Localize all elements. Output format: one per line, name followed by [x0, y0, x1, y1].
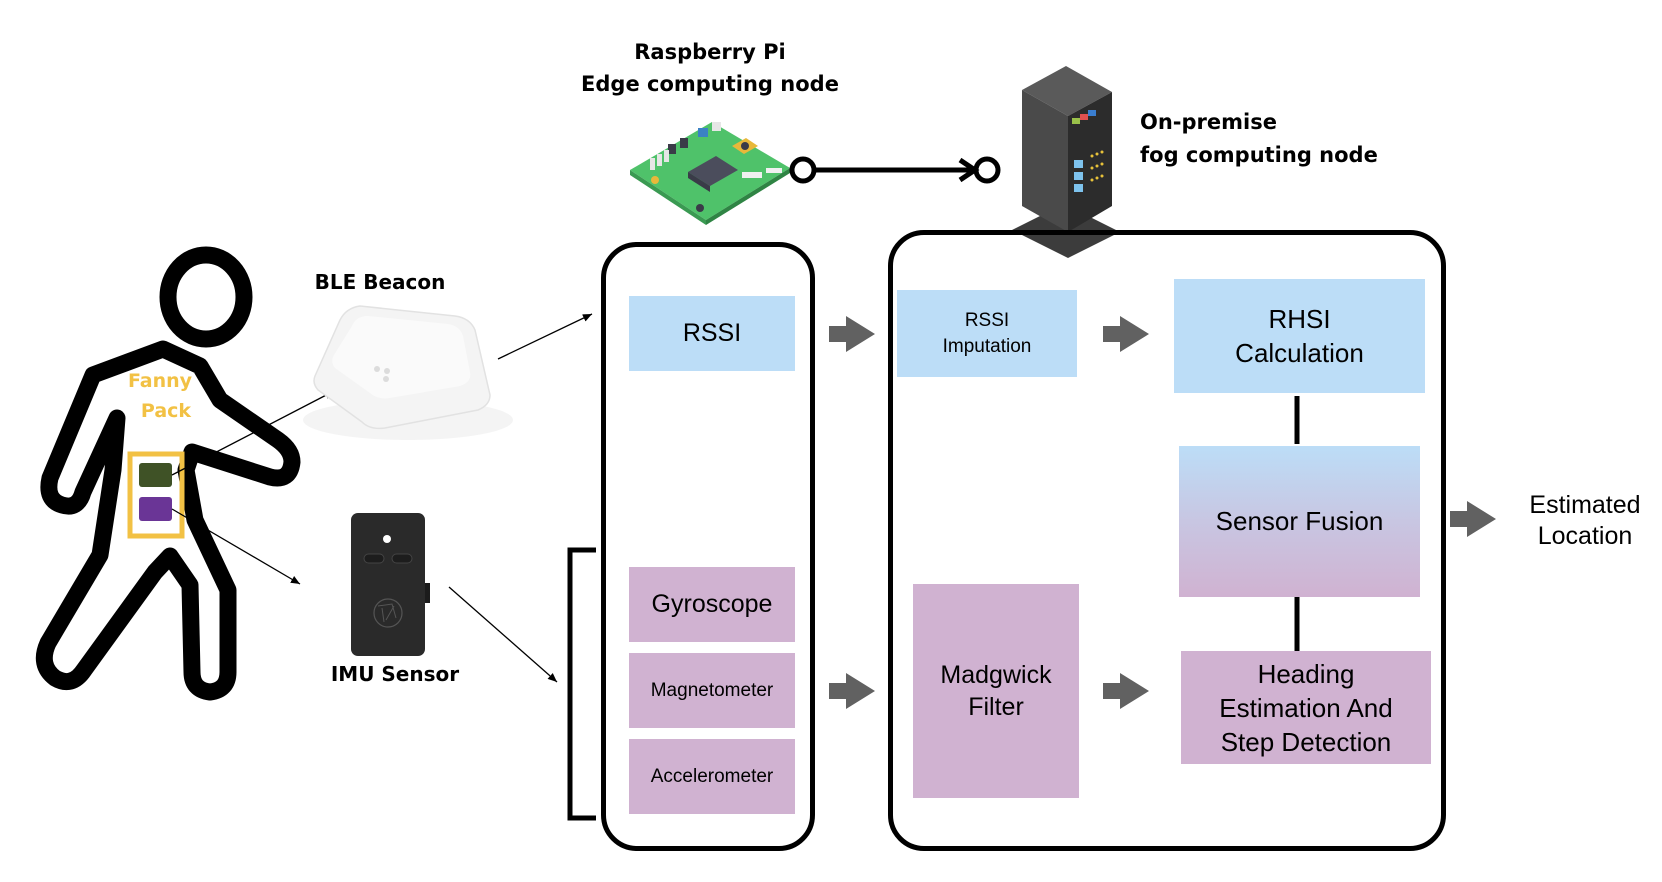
heading-step-box: Heading Estimation And Step Detection [1181, 651, 1431, 764]
arrow-beacon-to-edge [497, 313, 593, 360]
fog-node-label: On-premise fog computing node [1140, 106, 1378, 172]
estimated-location-line2: Location [1537, 522, 1633, 550]
fanny-pack-label-line1: Fanny [127, 370, 193, 392]
madgwick-filter-box: Madgwick Filter [913, 584, 1079, 798]
gyroscope-box: Gyroscope [629, 567, 795, 642]
imu-device-icon [139, 497, 172, 521]
sensor-fusion-box: Sensor Fusion [1179, 446, 1420, 597]
estimated-location-line1: Estimated [1529, 491, 1641, 519]
magnetometer-box: Magnetometer [629, 653, 795, 728]
imu-sensor-icon [351, 513, 430, 656]
ble-beacon-label: BLE Beacon [314, 270, 446, 294]
edge-node-label-line1: Raspberry Pi [634, 40, 786, 64]
block-arrow-icon [829, 673, 875, 709]
rssi-imputation-line1: RSSI [964, 309, 1010, 331]
rhsi-calculation-box: RHSI Calculation [1174, 279, 1425, 393]
rssi-imputation-box: RSSI Imputation [897, 290, 1077, 377]
edge-node-label-line2: Edge computing node [581, 72, 839, 96]
accelerometer-box: Accelerometer [629, 739, 795, 814]
rhsi-calculation-line1: RHSI [1268, 304, 1331, 334]
fog-node-label-line1: On-premise [1140, 110, 1277, 134]
heading-step-line3: Step Detection [1220, 726, 1392, 757]
block-arrow-icon [1450, 501, 1496, 537]
magnetometer-box-label: Magnetometer [650, 679, 774, 701]
sensor-fusion-label: Sensor Fusion [1215, 506, 1384, 536]
rssi-box: RSSI [629, 296, 795, 371]
gyroscope-box-label: Gyroscope [651, 590, 773, 618]
heading-step-line1: Heading [1257, 658, 1355, 689]
estimated-location-label: Estimated Location [1510, 490, 1660, 552]
imu-sensor-label: IMU Sensor [330, 662, 460, 686]
imu-bracket [567, 547, 596, 821]
rssi-box-label: RSSI [682, 319, 742, 347]
heading-step-line2: Estimation And [1219, 692, 1393, 723]
block-arrow-icon [829, 316, 875, 352]
rhsi-calculation-line2: Calculation [1235, 338, 1364, 368]
edge-to-fog-connector [789, 156, 1001, 184]
madgwick-filter-line2: Filter [968, 693, 1024, 721]
edge-node-label: Raspberry Pi Edge computing node [560, 36, 860, 100]
fanny-pack-label: Fanny Pack [120, 366, 200, 426]
ble-beacon-icon [303, 305, 513, 440]
raspberry-pi-icon [630, 122, 790, 225]
ble-device-icon [139, 463, 172, 487]
fog-node-label-line2: fog computing node [1140, 143, 1378, 167]
accelerometer-box-label: Accelerometer [650, 765, 774, 787]
madgwick-filter-line1: Madgwick [940, 661, 1052, 689]
rssi-imputation-line2: Imputation [942, 335, 1032, 357]
fanny-pack-label-line2: Pack [140, 400, 192, 422]
